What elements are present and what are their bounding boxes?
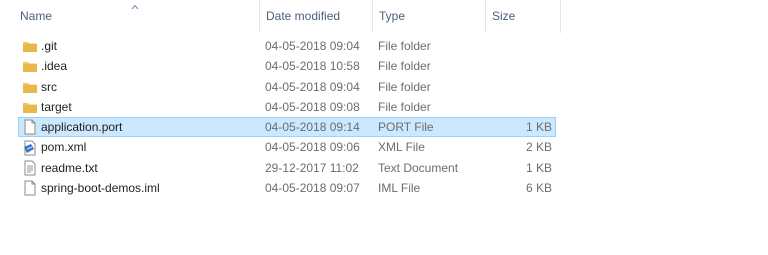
text-file-icon bbox=[22, 159, 38, 177]
file-name: .git bbox=[41, 39, 58, 53]
file-name: application.port bbox=[41, 120, 123, 135]
file-row-selected[interactable]: application.port 04-05-2018 09:14 PORT F… bbox=[18, 117, 556, 138]
folder-icon bbox=[22, 98, 38, 116]
xml-file-icon bbox=[22, 138, 38, 156]
file-type: File folder bbox=[378, 59, 431, 74]
file-date: 04-05-2018 10:58 bbox=[265, 59, 360, 74]
file-date: 04-05-2018 09:04 bbox=[265, 39, 360, 53]
file-date: 29-12-2017 11:02 bbox=[265, 160, 359, 175]
file-row[interactable]: readme.txt 29-12-2017 11:02 Text Documen… bbox=[18, 158, 556, 178]
file-row[interactable]: .idea 04-05-2018 10:58 File folder bbox=[18, 56, 556, 76]
column-header-size[interactable]: Size bbox=[485, 0, 561, 33]
file-type: PORT File bbox=[378, 120, 434, 135]
file-name: pom.xml bbox=[41, 140, 87, 155]
sort-ascending-icon bbox=[131, 4, 139, 10]
file-icon bbox=[22, 118, 38, 136]
file-type: Text Document bbox=[378, 160, 459, 175]
file-type: File folder bbox=[378, 79, 431, 94]
file-date: 04-05-2018 09:14 bbox=[265, 120, 360, 135]
file-size: 2 KB bbox=[525, 140, 552, 155]
file-type: IML File bbox=[378, 181, 421, 196]
file-row[interactable]: src 04-05-2018 09:04 File folder bbox=[18, 77, 556, 97]
file-date: 04-05-2018 09:07 bbox=[265, 181, 360, 196]
file-name: .idea bbox=[41, 59, 68, 74]
file-date: 04-05-2018 09:04 bbox=[265, 79, 360, 94]
file-name: readme.txt bbox=[41, 160, 98, 175]
file-size: 1 KB bbox=[525, 160, 552, 175]
file-size: 1 KB bbox=[525, 120, 552, 135]
file-list: .git 04-05-2018 09:04 File folder .idea … bbox=[18, 36, 556, 198]
file-date: 04-05-2018 09:08 bbox=[265, 99, 360, 114]
folder-icon bbox=[22, 57, 38, 75]
file-type: File folder bbox=[378, 39, 431, 53]
file-name: src bbox=[41, 79, 57, 94]
folder-icon bbox=[22, 37, 38, 55]
file-row[interactable]: .git 04-05-2018 09:04 File folder bbox=[18, 36, 556, 56]
file-icon bbox=[22, 179, 38, 197]
folder-icon bbox=[22, 78, 38, 96]
file-date: 04-05-2018 09:06 bbox=[265, 140, 360, 155]
file-type: XML File bbox=[378, 140, 425, 155]
file-name: target bbox=[41, 99, 72, 114]
file-size: 6 KB bbox=[525, 181, 552, 196]
file-row[interactable]: spring-boot-demos.iml 04-05-2018 09:07 I… bbox=[18, 178, 556, 198]
file-name: spring-boot-demos.iml bbox=[41, 181, 160, 196]
column-header-date-modified[interactable]: Date modified bbox=[259, 0, 372, 33]
column-header-bar: Name Date modified Type Size bbox=[0, 0, 562, 33]
file-row[interactable]: pom.xml 04-05-2018 09:06 XML File 2 KB bbox=[18, 137, 556, 157]
file-row[interactable]: target 04-05-2018 09:08 File folder bbox=[18, 97, 556, 117]
column-header-type[interactable]: Type bbox=[372, 0, 485, 33]
file-type: File folder bbox=[378, 99, 431, 114]
